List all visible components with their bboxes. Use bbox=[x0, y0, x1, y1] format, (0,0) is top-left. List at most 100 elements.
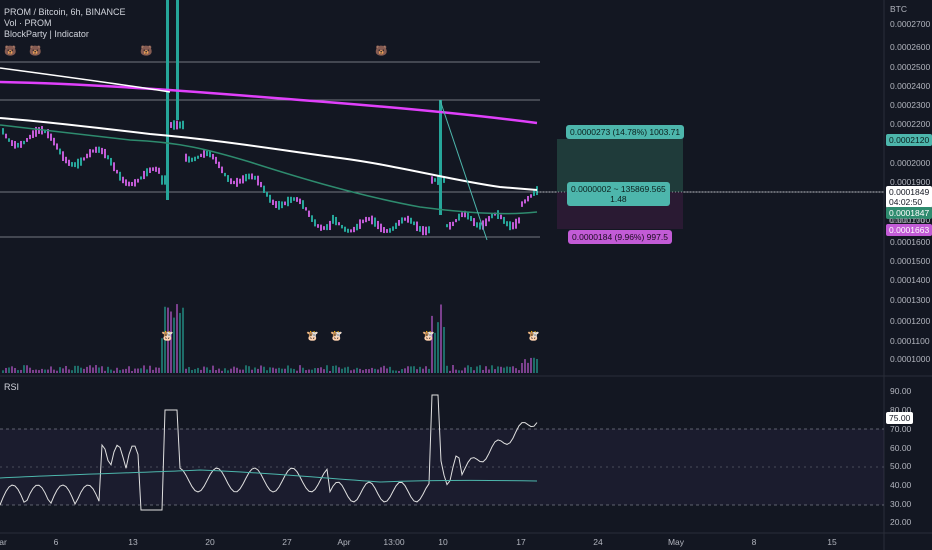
volume-bar bbox=[200, 369, 202, 373]
volume-bar bbox=[389, 366, 391, 373]
candle bbox=[215, 156, 217, 164]
volume-bar bbox=[401, 369, 403, 373]
candle bbox=[188, 156, 190, 163]
candle bbox=[530, 194, 532, 198]
volume-bar bbox=[359, 368, 361, 373]
volume-bar bbox=[296, 370, 298, 373]
candle bbox=[110, 157, 112, 166]
volume-bar bbox=[410, 366, 412, 373]
ma-teal-line bbox=[0, 124, 538, 215]
candle bbox=[407, 215, 409, 223]
volume-bar bbox=[137, 368, 139, 373]
volume-bar bbox=[476, 366, 478, 373]
entry-label-line2: 1.48 bbox=[610, 194, 627, 204]
candle bbox=[314, 219, 316, 227]
candle bbox=[416, 221, 418, 232]
volume-bar bbox=[191, 369, 193, 373]
trend-line bbox=[439, 99, 488, 241]
volume-bar bbox=[392, 370, 394, 373]
date-tick: 6 bbox=[53, 537, 59, 547]
volume-bar bbox=[311, 369, 313, 373]
volume-bar bbox=[380, 367, 382, 373]
candle bbox=[29, 134, 31, 140]
volume-bar bbox=[71, 370, 73, 373]
entry-label: 0.0000002 ~ 135869.565 1.48 bbox=[567, 182, 670, 206]
volume-bar bbox=[464, 367, 466, 373]
volume-bar bbox=[455, 369, 457, 373]
volume-bar bbox=[284, 368, 286, 373]
candle bbox=[149, 167, 151, 173]
candle bbox=[203, 150, 205, 158]
candle bbox=[20, 140, 22, 148]
candle bbox=[320, 224, 322, 231]
volume-bar bbox=[395, 370, 397, 373]
candle bbox=[194, 156, 196, 162]
volume-bar bbox=[419, 366, 421, 373]
price-tag-last: 0.0001849 04:02:50 bbox=[886, 186, 932, 208]
volume-bar bbox=[332, 365, 334, 373]
candle bbox=[212, 154, 214, 160]
volume-bar bbox=[500, 366, 502, 373]
volume-bar bbox=[224, 368, 226, 373]
price-tick: 0.0002000 bbox=[890, 158, 931, 168]
candle bbox=[533, 190, 535, 196]
candle bbox=[515, 218, 517, 229]
volume-bar bbox=[497, 366, 499, 373]
stop-label: 0.0000184 (9.96%) 997.5 bbox=[568, 230, 672, 244]
volume-bar bbox=[512, 366, 514, 373]
volume-bar bbox=[377, 369, 379, 373]
volume-bar bbox=[278, 367, 280, 373]
price-tick: 0.0002300 bbox=[890, 100, 931, 110]
volume-bar bbox=[74, 365, 76, 373]
spike-candle bbox=[166, 0, 169, 200]
rsi-legend[interactable]: RSI bbox=[4, 382, 19, 392]
date-tick: 17 bbox=[516, 537, 526, 547]
volume-bar bbox=[335, 365, 337, 373]
volume-bar bbox=[179, 312, 181, 373]
candle bbox=[311, 215, 313, 222]
candle bbox=[26, 138, 28, 142]
volume-bar bbox=[8, 367, 10, 373]
candle bbox=[359, 219, 361, 229]
candle bbox=[317, 224, 319, 228]
volume-bar bbox=[461, 370, 463, 373]
candle bbox=[257, 175, 259, 186]
candle bbox=[101, 147, 103, 155]
volume-bar bbox=[374, 368, 376, 373]
price-tick: 0.0002700 bbox=[890, 19, 931, 29]
volume-bar bbox=[407, 366, 409, 373]
date-tick: Apr bbox=[337, 537, 351, 547]
candle bbox=[107, 155, 109, 160]
candle bbox=[173, 120, 175, 130]
price-chart[interactable] bbox=[0, 0, 932, 550]
volume-bar bbox=[206, 367, 208, 373]
candle bbox=[170, 122, 172, 128]
cow-icon: 🐮 bbox=[161, 331, 174, 342]
volume-bar bbox=[422, 368, 424, 373]
candle bbox=[479, 222, 481, 230]
candle bbox=[59, 148, 61, 155]
volume-bar bbox=[41, 368, 43, 373]
candle bbox=[293, 197, 295, 201]
volume-bar bbox=[494, 369, 496, 373]
volume-bar bbox=[188, 367, 190, 373]
volume-bar bbox=[50, 366, 52, 373]
symbol-legend[interactable]: PROM / Bitcoin, 6h, BINANCE bbox=[4, 7, 126, 17]
volume-legend[interactable]: Vol · PROM bbox=[4, 18, 52, 28]
volume-bar bbox=[293, 368, 295, 373]
volume-bar bbox=[506, 366, 508, 373]
candle bbox=[335, 216, 337, 226]
candle bbox=[155, 166, 157, 172]
bear-face-icon: 🐻 bbox=[375, 46, 388, 57]
volume-bar bbox=[275, 368, 277, 373]
cow-icon: 🐮 bbox=[527, 331, 540, 342]
candle bbox=[113, 162, 115, 172]
candle bbox=[497, 210, 499, 219]
candle bbox=[260, 181, 262, 188]
indicator-legend[interactable]: BlockParty | Indicator bbox=[4, 29, 89, 39]
date-tick: 8 bbox=[751, 537, 757, 547]
candle bbox=[308, 210, 310, 217]
volume-bar bbox=[353, 369, 355, 373]
volume-bar bbox=[344, 367, 346, 373]
volume-bar bbox=[536, 358, 538, 373]
